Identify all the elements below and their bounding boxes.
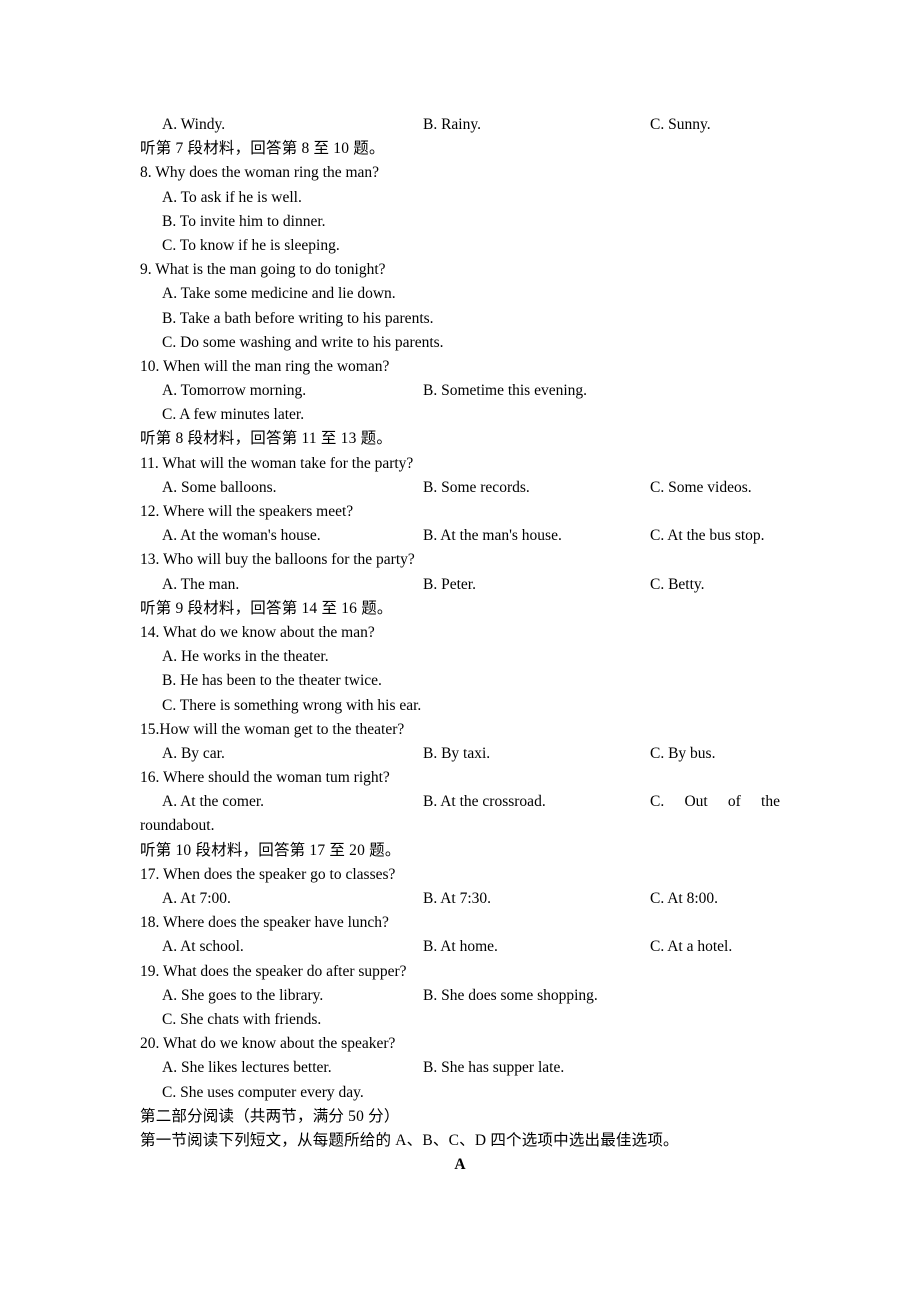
option-a: A. To ask if he is well. bbox=[162, 188, 302, 206]
question-stem-14: 14. What do we know about the man? bbox=[140, 623, 375, 641]
option-b: B. At the man's house. bbox=[423, 527, 562, 545]
section-heading-material-9: 听第 9 段材料，回答第 14 至 16 题。 bbox=[140, 599, 393, 617]
option-row: A. Some balloons. B. Some records. C. So… bbox=[140, 476, 780, 500]
section-heading-material-7: 听第 7 段材料，回答第 8 至 10 题。 bbox=[140, 140, 385, 158]
question-stem-12: 12. Where will the speakers meet? bbox=[140, 503, 354, 520]
option-row: A. She likes lectures better. B. She has… bbox=[140, 1056, 780, 1080]
option-b: B. To invite him to dinner. bbox=[162, 212, 326, 230]
question-stem-13: 13. Who will buy the balloons for the pa… bbox=[140, 551, 415, 569]
exam-page: A. Windy. B. Rainy. C. Sunny. 听第 7 段材料，回… bbox=[0, 0, 920, 1302]
option-b: B. At 7:30. bbox=[423, 890, 492, 907]
option-c-word: Out bbox=[684, 793, 708, 811]
option-c-word: of bbox=[727, 793, 741, 811]
option-row: A. The man. B. Peter. C. Betty. bbox=[140, 573, 780, 597]
option-a: A. The man. bbox=[162, 575, 240, 593]
option-b: B. Some records. bbox=[423, 478, 530, 496]
option-b: B. Rainy. bbox=[423, 116, 481, 133]
option-b: B. She has supper late. bbox=[423, 1059, 565, 1077]
question-stem-10: 10. When will the man ring the woman? bbox=[140, 357, 390, 375]
option-a: A. At the woman's house. bbox=[162, 527, 321, 545]
option-a: A. At 7:00. bbox=[162, 890, 231, 907]
option-c-word: the bbox=[761, 793, 780, 811]
option-a: A. By car. bbox=[162, 744, 225, 762]
option-b: B. At home. bbox=[423, 938, 498, 956]
option-c: C. Betty. bbox=[650, 575, 705, 593]
option-c: C. She uses computer every day. bbox=[162, 1083, 364, 1101]
section-heading-material-10: 听第 10 段材料，回答第 17 至 20 题。 bbox=[140, 841, 401, 859]
option-row: A. At school. B. At home. C. At a hotel. bbox=[140, 935, 780, 959]
option-c: C. At a hotel. bbox=[650, 938, 733, 956]
option-c: C. Some videos. bbox=[650, 478, 752, 496]
option-row: A. She goes to the library. B. She does … bbox=[140, 984, 780, 1008]
part-two-heading: 第二部分阅读（共两节，满分 50 分） bbox=[140, 1107, 400, 1125]
option-a: A. At school. bbox=[162, 938, 244, 956]
option-a: A. Some balloons. bbox=[162, 478, 277, 496]
option-a: A. She goes to the library. bbox=[162, 986, 324, 1004]
option-c: C. Do some washing and write to his pare… bbox=[162, 333, 444, 351]
question-stem-20: 20. What do we know about the speaker? bbox=[140, 1035, 396, 1053]
option-row: A. At 7:00. B. At 7:30. C. At 8:00. bbox=[140, 887, 780, 911]
option-a: A. Tomorrow morning. bbox=[162, 382, 307, 400]
option-c-word: C. bbox=[650, 793, 665, 811]
page-content: A. Windy. B. Rainy. C. Sunny. 听第 7 段材料，回… bbox=[140, 113, 780, 1177]
option-c: C. By bus. bbox=[650, 744, 716, 762]
question-stem-8: 8. Why does the woman ring the man? bbox=[140, 164, 380, 182]
question-stem-18: 18. Where does the speaker have lunch? bbox=[140, 914, 389, 932]
option-c-wrapped-tail: roundabout. bbox=[140, 817, 215, 835]
option-b: B. He has been to the theater twice. bbox=[162, 672, 382, 690]
option-a: A. At the comer. bbox=[162, 793, 265, 811]
section-heading-material-8: 听第 8 段材料，回答第 11 至 13 题。 bbox=[140, 430, 393, 448]
question-stem-19: 19. What does the speaker do after suppe… bbox=[140, 962, 407, 980]
option-c: C. To know if he is sleeping. bbox=[162, 236, 340, 254]
option-a: A. Windy. bbox=[162, 116, 226, 133]
option-row: A. By car. B. By taxi. C. By bus. bbox=[140, 742, 780, 766]
option-a: A. She likes lectures better. bbox=[162, 1059, 332, 1077]
question-stem-16: 16. Where should the woman tum right? bbox=[140, 769, 390, 787]
question-stem-15: 15.How will the woman get to the theater… bbox=[140, 720, 405, 738]
question-stem-17: 17. When does the speaker go to classes? bbox=[140, 865, 396, 883]
option-c: C. Out of the bbox=[650, 790, 780, 814]
option-c: C. There is something wrong with his ear… bbox=[162, 696, 422, 714]
option-b: B. Take a bath before writing to his par… bbox=[162, 309, 434, 327]
option-b: B. She does some shopping. bbox=[423, 986, 598, 1004]
option-c: C. Sunny. bbox=[650, 116, 711, 133]
option-a: A. Take some medicine and lie down. bbox=[162, 285, 396, 303]
option-b: B. Peter. bbox=[423, 575, 476, 593]
option-row: A. Windy. B. Rainy. C. Sunny. bbox=[140, 113, 780, 137]
passage-label-a: A bbox=[454, 1156, 466, 1174]
option-c: C. At the bus stop. bbox=[650, 527, 765, 545]
option-b: B. At the crossroad. bbox=[423, 793, 546, 811]
option-c: C. At 8:00. bbox=[650, 890, 719, 907]
option-row: A. Tomorrow morning. B. Sometime this ev… bbox=[140, 379, 780, 403]
option-c: C. A few minutes later. bbox=[162, 406, 305, 424]
option-a: A. He works in the theater. bbox=[162, 648, 329, 666]
option-row: A. At the woman's house. B. At the man's… bbox=[140, 524, 780, 548]
question-stem-9: 9. What is the man going to do tonight? bbox=[140, 261, 386, 279]
part-two-section-heading: 第一节阅读下列短文，从每题所给的 A、B、C、D 四个选项中选出最佳选项。 bbox=[140, 1131, 679, 1149]
option-b: B. By taxi. bbox=[423, 744, 491, 762]
option-row: A. At the comer. B. At the crossroad. C.… bbox=[140, 790, 780, 814]
option-c: C. She chats with friends. bbox=[162, 1010, 322, 1028]
question-stem-11: 11. What will the woman take for the par… bbox=[140, 454, 414, 472]
option-b: B. Sometime this evening. bbox=[423, 382, 588, 400]
